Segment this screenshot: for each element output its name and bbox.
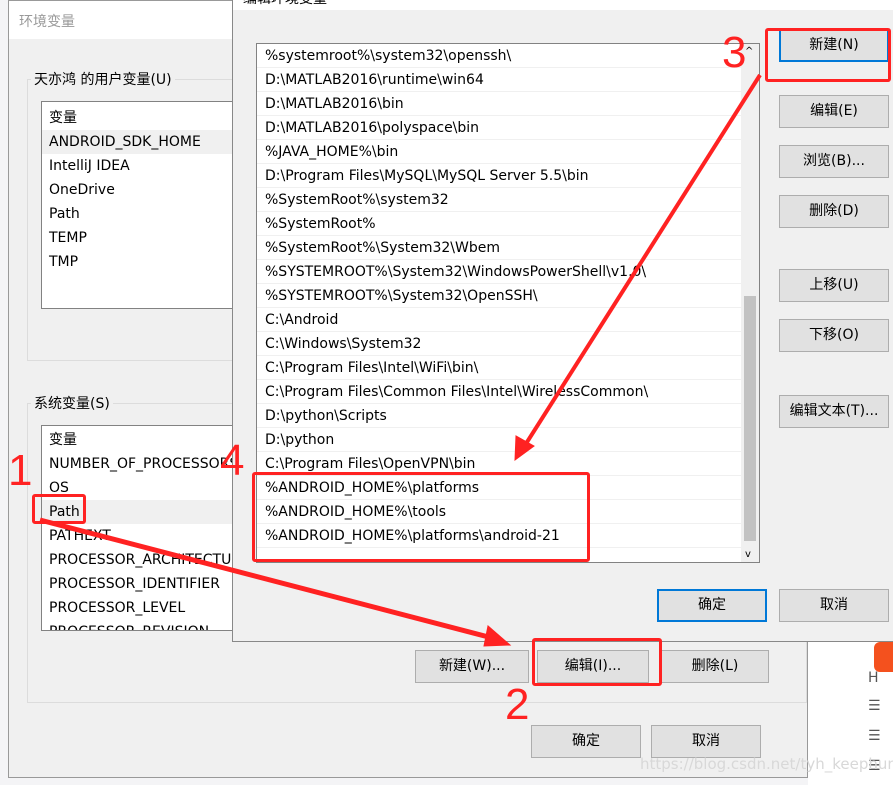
arrow-1-to-2	[39, 517, 501, 643]
annotation-2: 2	[505, 680, 530, 729]
annotation-4: 4	[220, 436, 245, 485]
arrowhead	[514, 435, 535, 462]
annotation-1: 1	[8, 446, 33, 495]
arrow-3-to-4	[520, 73, 762, 452]
watermark: https://blog.csdn.net/tyh_keephunger	[640, 755, 893, 773]
arrowhead	[483, 625, 512, 647]
annotation-3: 3	[722, 28, 747, 77]
annotation-arrows	[39, 73, 762, 647]
